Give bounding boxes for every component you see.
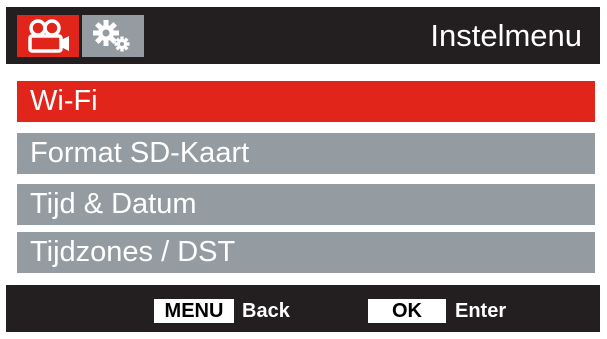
menu-item-wifi[interactable]: Wi-Fi	[17, 81, 595, 122]
dashcam-screen: Instelmenu Wi-Fi Format SD-Kaart Tijd & …	[0, 0, 607, 339]
tab-settings[interactable]	[82, 15, 144, 57]
menu-item-timezones-dst[interactable]: Tijdzones / DST	[17, 232, 595, 273]
header-bar: Instelmenu	[6, 7, 600, 64]
menu-key-badge[interactable]: MENU	[154, 299, 234, 323]
menu-item-time-date[interactable]: Tijd & Datum	[17, 184, 595, 225]
settings-gears-icon	[93, 20, 130, 52]
menu-item-format-sd[interactable]: Format SD-Kaart	[17, 133, 595, 174]
page-title: Instelmenu	[430, 18, 582, 53]
back-label: Back	[242, 300, 290, 322]
tab-video[interactable]	[17, 15, 79, 57]
ok-key-badge[interactable]: OK	[368, 299, 446, 323]
enter-label: Enter	[455, 300, 507, 322]
video-camera-icon	[28, 19, 69, 53]
footer-bar: MENU Back OK Enter	[6, 285, 600, 332]
